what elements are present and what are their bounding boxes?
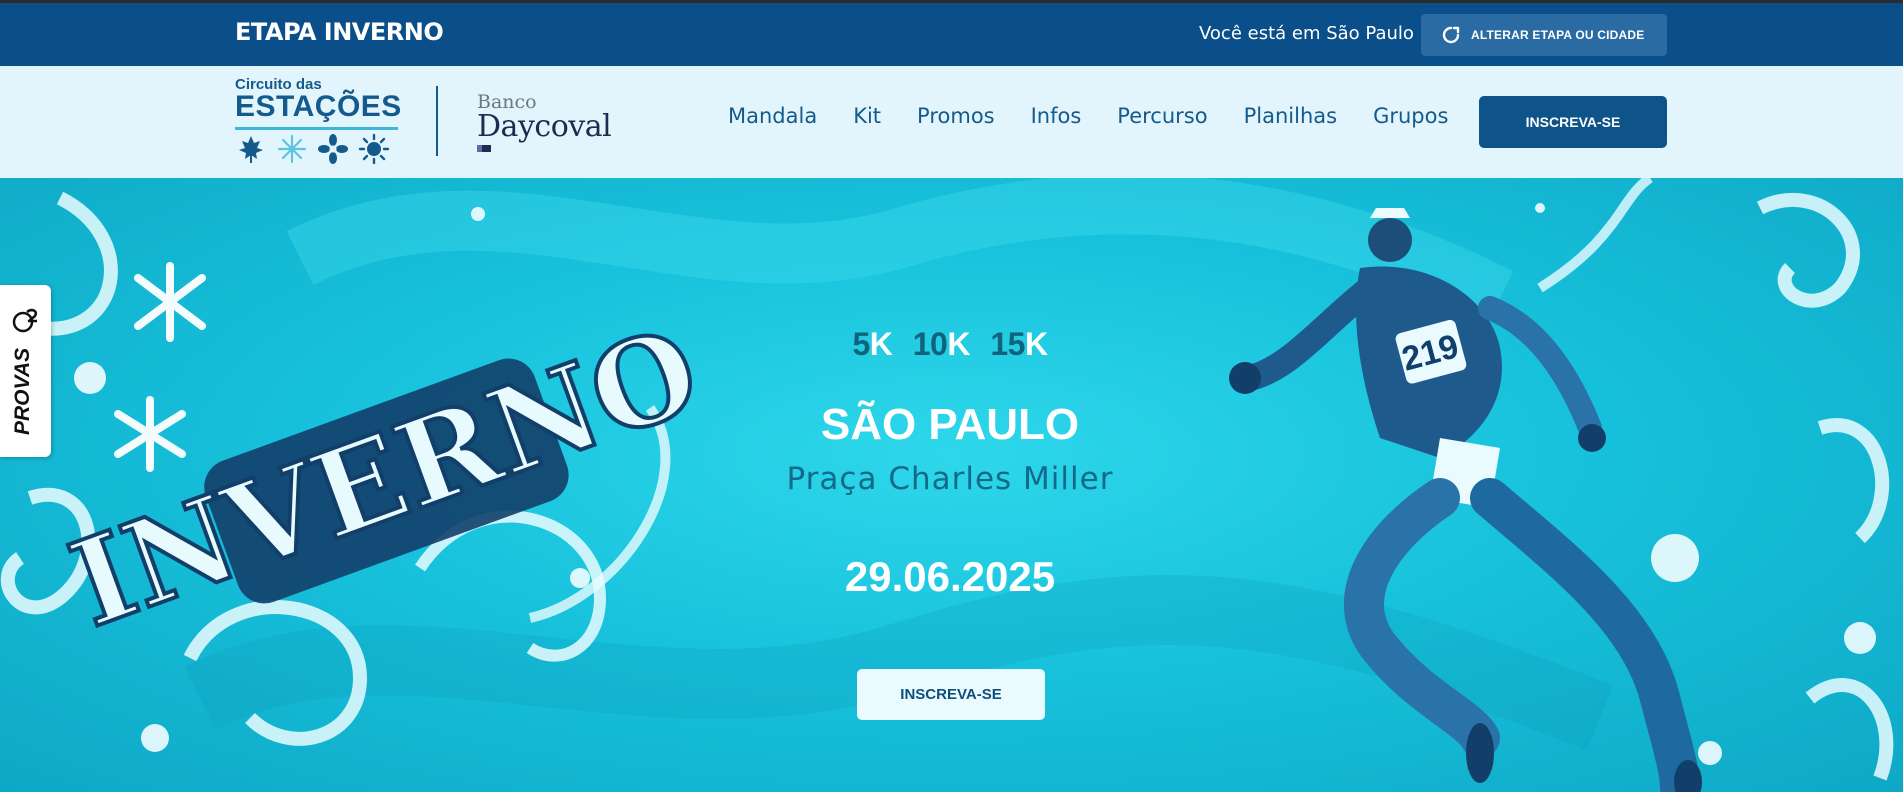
hero-banner: INVERNO 219 PROVAS 5K 10K 15K SÃO PAULO … xyxy=(0,178,1903,792)
nav-item-mandala[interactable]: Mandala xyxy=(728,104,817,128)
logo-line2: ESTAÇÕES xyxy=(235,90,402,123)
distance-number: 15 xyxy=(990,326,1025,362)
distance-number: 10 xyxy=(912,326,948,362)
flower-icon xyxy=(317,133,349,165)
event-venue: Praça Charles Miller xyxy=(786,461,1114,497)
change-stage-city-label: ALTERAR ETAPA OU CIDADE xyxy=(1471,28,1645,42)
event-date: 29.06.2025 xyxy=(844,553,1056,600)
distance-unit: K xyxy=(869,326,893,362)
nav-item-percurso[interactable]: Percurso xyxy=(1117,104,1207,128)
refresh-icon xyxy=(1441,25,1461,45)
nav-register-button[interactable]: INSCREVA-SE xyxy=(1479,96,1667,148)
provas-side-tab[interactable]: PROVAS xyxy=(0,285,51,457)
current-location-text: Você está em São Paulo xyxy=(1199,23,1414,44)
hero-content: 5K 10K 15K SÃO PAULO Praça Charles Mille… xyxy=(700,178,1200,792)
sponsor-line2: Daycoval xyxy=(477,109,612,144)
hero-register-button[interactable]: INSCREVA-SE xyxy=(857,669,1045,720)
nav-item-grupos[interactable]: Grupos xyxy=(1373,104,1448,128)
logo-underline xyxy=(235,127,398,130)
nav-item-infos[interactable]: Infos xyxy=(1031,104,1082,128)
nav-menu: Mandala Kit Promos Infos Percurso Planil… xyxy=(728,104,1484,128)
stage-title: ETAPA INVERNO xyxy=(235,18,444,46)
provas-label: PROVAS xyxy=(11,347,34,435)
distance-5k: 5K xyxy=(852,326,892,362)
nav-item-planilhas[interactable]: Planilhas xyxy=(1244,104,1337,128)
distance-unit: K xyxy=(947,326,970,362)
distance-10k: 10K xyxy=(912,326,971,362)
sun-icon xyxy=(358,133,390,165)
top-bar: ETAPA INVERNO Você está em São Paulo ALT… xyxy=(0,0,1903,66)
logo-divider xyxy=(436,86,438,156)
distance-15k: 15K xyxy=(990,326,1048,362)
event-city: SÃO PAULO xyxy=(820,400,1080,449)
race-distances: 5K 10K 15K xyxy=(700,326,1200,363)
runner-illustration: 219 xyxy=(1229,208,1702,792)
o2-logo-icon xyxy=(12,307,38,335)
inverno-lettering: INVERNO xyxy=(54,300,715,654)
maple-leaf-icon xyxy=(235,133,267,165)
nav-item-kit[interactable]: Kit xyxy=(853,104,881,128)
change-stage-city-button[interactable]: ALTERAR ETAPA OU CIDADE xyxy=(1421,14,1667,56)
snowflake-icon xyxy=(276,133,308,165)
circuito-das-estacoes-logo[interactable]: Circuito das ESTAÇÕES xyxy=(235,76,405,168)
sponsor-mark xyxy=(477,145,491,152)
banco-daycoval-logo[interactable]: Banco Daycoval xyxy=(477,92,612,152)
distance-number: 5 xyxy=(852,326,870,362)
nav-item-promos[interactable]: Promos xyxy=(917,104,995,128)
distance-unit: K xyxy=(1024,326,1048,362)
main-nav: Circuito das ESTAÇÕES Banco Daycoval Man… xyxy=(0,66,1903,178)
